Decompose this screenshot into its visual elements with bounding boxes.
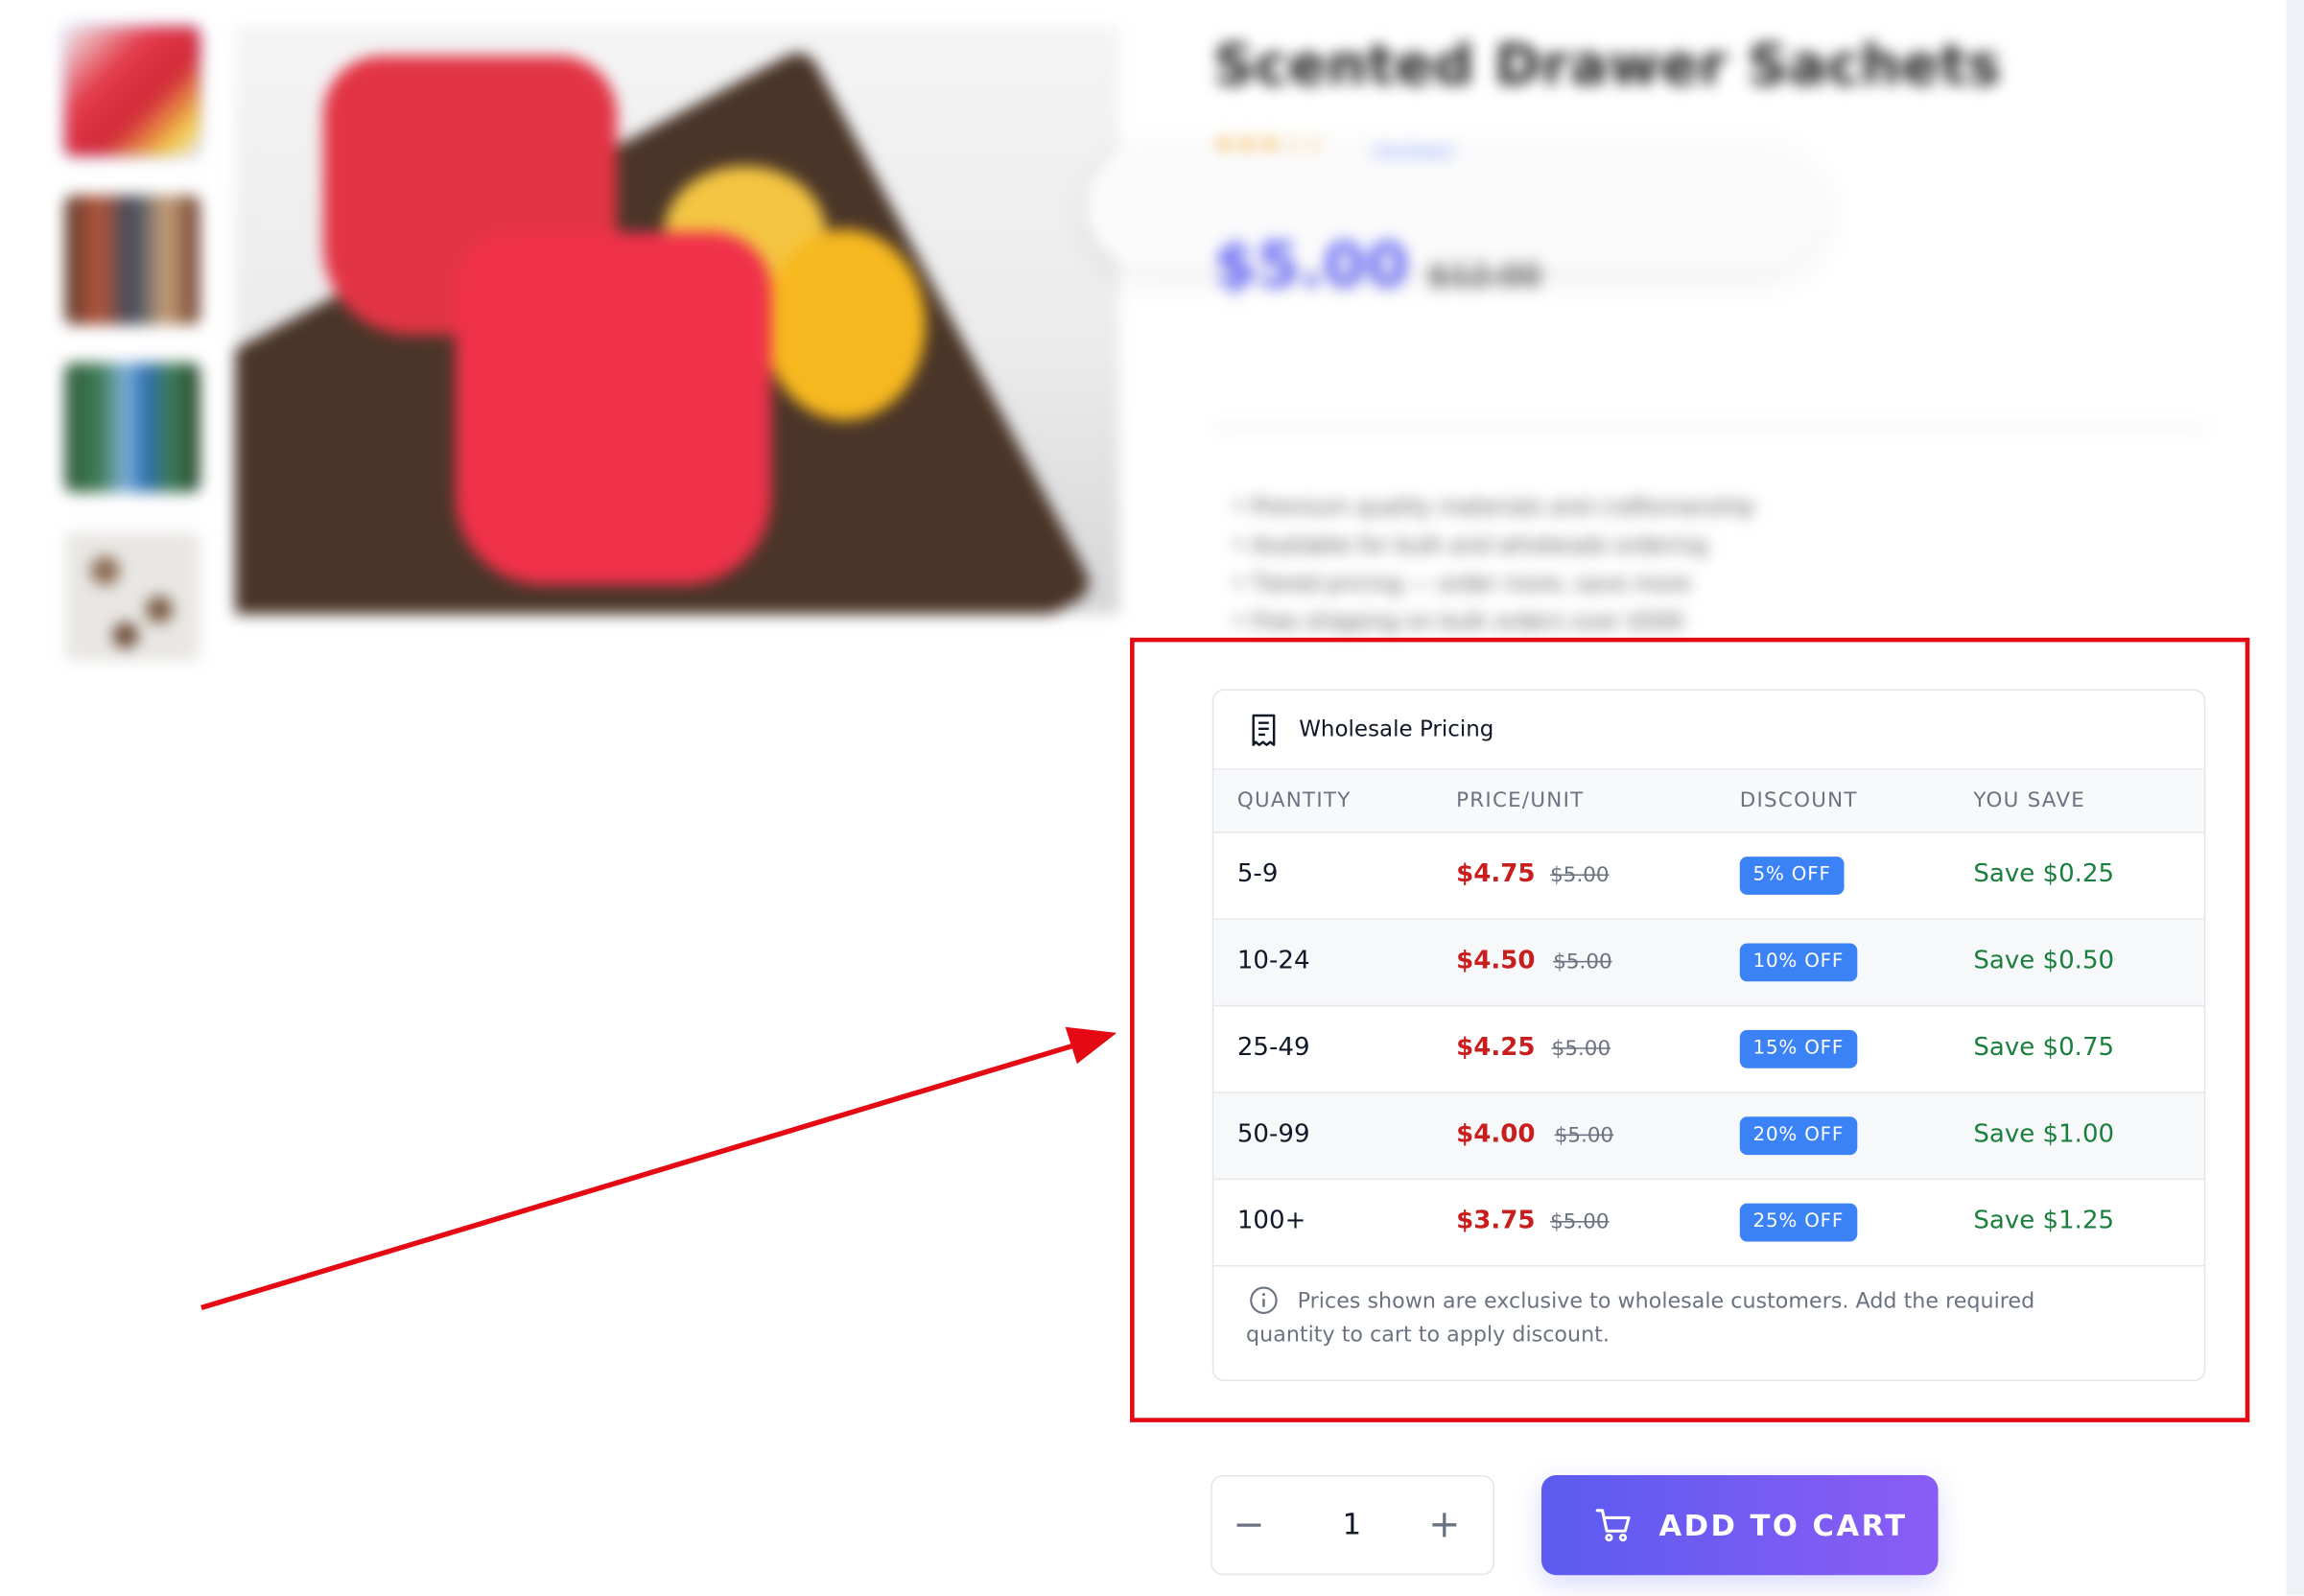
cart-icon <box>1595 1509 1631 1542</box>
decrease-quantity-button[interactable]: − <box>1224 1500 1274 1550</box>
page-edge <box>2286 0 2304 1596</box>
product-title: Scented Drawer Sachets <box>1213 32 2002 98</box>
gallery-thumbnail-2[interactable] <box>64 195 200 325</box>
add-to-cart-button[interactable]: ADD TO CART <box>1540 1475 1939 1576</box>
product-page: Scented Drawer Sachets ★★★☆☆ (reviews) $… <box>0 0 2304 1596</box>
feature-item: • Premium quality materials and craftsma… <box>1231 493 1755 521</box>
product-old-price: $12.00 <box>1428 258 1541 295</box>
gallery-thumbnail-1[interactable] <box>64 26 200 156</box>
main-product-image[interactable] <box>235 26 1120 615</box>
highlight-box <box>1130 637 2250 1422</box>
rating-stars: ★★★☆☆ <box>1213 129 1327 157</box>
product-price: $5.00 <box>1213 228 1409 302</box>
increase-quantity-button[interactable]: + <box>1420 1500 1469 1550</box>
quantity-input[interactable]: 1 <box>1315 1506 1389 1541</box>
gallery-thumbnail-3[interactable] <box>64 363 200 493</box>
feature-list: • Premium quality materials and craftsma… <box>1232 494 1754 646</box>
reviews-link[interactable]: (reviews) <box>1373 141 1454 161</box>
divider <box>1213 426 2207 430</box>
add-to-cart-label: ADD TO CART <box>1658 1507 1908 1543</box>
floating-bar <box>1087 147 1822 268</box>
gallery-thumbnail-4[interactable] <box>64 531 200 662</box>
quantity-stepper: − 1 + <box>1211 1475 1494 1576</box>
feature-item: • Tiered pricing — order more, save more <box>1231 570 1691 597</box>
feature-item: • Available for bulk and wholesale order… <box>1231 531 1708 559</box>
